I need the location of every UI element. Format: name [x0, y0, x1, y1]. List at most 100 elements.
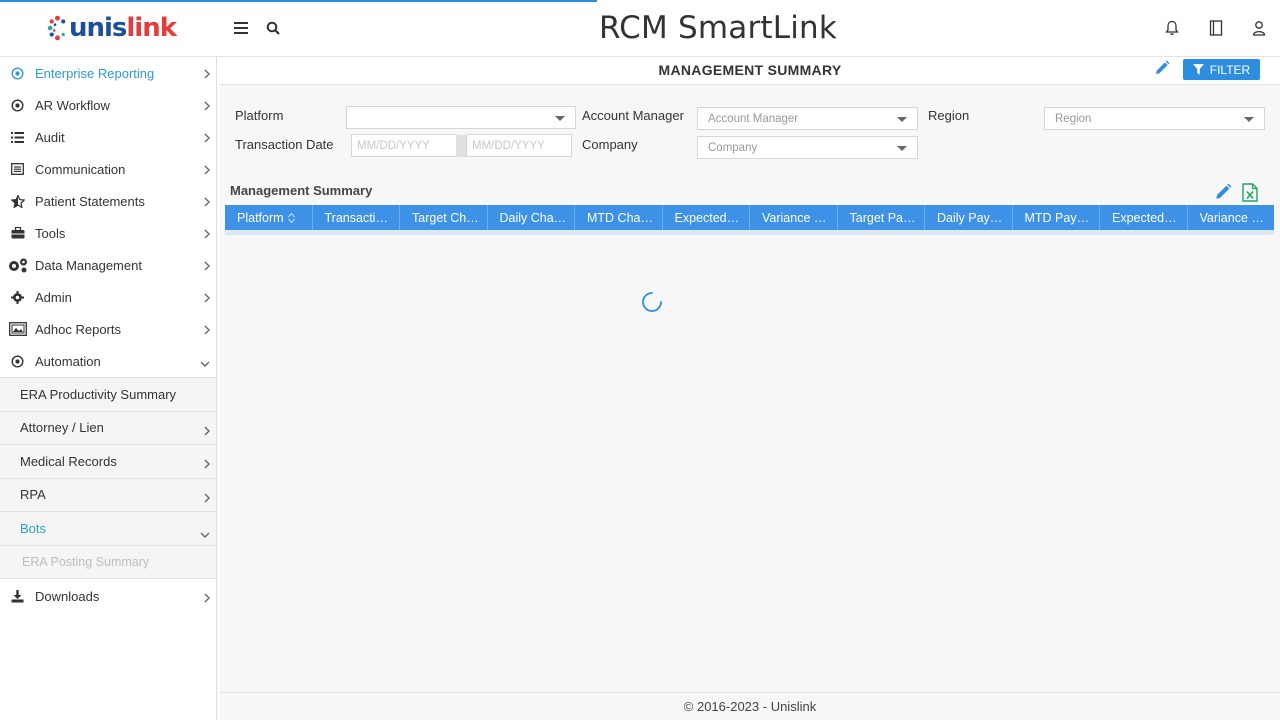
sidebar-item-data-management[interactable]: Data Management — [0, 249, 216, 281]
sidebar-item-automation[interactable]: Automation — [0, 345, 216, 377]
excel-export-icon[interactable] — [1242, 183, 1258, 207]
chevron-down-icon — [200, 355, 210, 370]
sidebar-item-communication[interactable]: Communication — [0, 153, 216, 185]
page-title: MANAGEMENT SUMMARY — [658, 62, 842, 78]
platform-label: Platform — [235, 108, 284, 123]
list-alt-icon — [0, 163, 35, 175]
edit-pencil-icon[interactable] — [1214, 183, 1232, 207]
sidebar-subitem-bots[interactable]: Bots — [0, 512, 216, 546]
sidebar-item-patient-statements[interactable]: Patient Statements — [0, 185, 216, 217]
sidebar-item-tools[interactable]: Tools — [0, 217, 216, 249]
automation-submenu: ERA Productivity Summary Attorney / Lien… — [0, 377, 216, 579]
region-label: Region — [928, 108, 970, 123]
gear-icon — [0, 290, 35, 304]
column-header-label: MTD Cha… — [587, 210, 653, 225]
management-summary-grid: Platform Transacti… Target Ch… Daily Cha… — [225, 205, 1274, 235]
column-header-mtd-payments[interactable]: MTD Pay… — [1013, 205, 1100, 230]
sidebar-subitem-label: Medical Records — [20, 453, 117, 469]
logo-text: unislink — [68, 13, 177, 43]
platform-select[interactable] — [346, 106, 576, 129]
hamburger-icon[interactable] — [230, 17, 252, 39]
sidebar: Enterprise Reporting AR Workflow Audit C… — [0, 57, 217, 720]
search-icon[interactable] — [262, 17, 284, 39]
chevron-right-icon — [204, 457, 210, 472]
sidebar-item-ar-workflow[interactable]: AR Workflow — [0, 89, 216, 121]
grid-header-row: Platform Transacti… Target Ch… Daily Cha… — [225, 205, 1274, 230]
chevron-right-icon — [204, 291, 210, 306]
logo-mark-icon — [47, 15, 66, 41]
chevron-right-icon — [204, 195, 210, 210]
sidebar-item-label: Automation — [35, 353, 101, 369]
column-header-label: Expected… — [674, 210, 740, 225]
sidebar-item-downloads[interactable]: Downloads — [0, 581, 216, 613]
sidebar-subitem-label: RPA — [20, 487, 46, 503]
column-header-transaction[interactable]: Transacti… — [313, 205, 400, 230]
transaction-date-label: Transaction Date — [235, 137, 334, 152]
download-icon — [0, 590, 35, 603]
app-title: RCM SmartLink — [598, 10, 838, 46]
sidebar-item-adhoc-reports[interactable]: Adhoc Reports — [0, 313, 216, 345]
column-header-target-charges[interactable]: Target Ch… — [400, 205, 488, 230]
column-header-variance-charges[interactable]: Variance … — [750, 205, 838, 230]
filter-button-label: FILTER — [1209, 62, 1251, 77]
sidebar-subitem-era-productivity-summary[interactable]: ERA Productivity Summary — [0, 378, 216, 412]
column-header-label: Expected… — [1112, 210, 1177, 225]
date-to-input[interactable]: MM/DD/YYYY — [466, 134, 572, 157]
column-header-target-payments[interactable]: Target Pa… — [838, 205, 925, 230]
sidebar-subitem-era-posting-summary[interactable]: ERA Posting Summary — [0, 545, 216, 579]
company-select[interactable]: Company — [697, 136, 918, 159]
date-from-placeholder: MM/DD/YYYY — [357, 139, 430, 152]
column-header-label: Variance … — [762, 210, 827, 225]
sidebar-item-label: Audit — [35, 129, 65, 145]
user-icon[interactable] — [1248, 17, 1270, 39]
caret-down-icon — [897, 146, 907, 151]
page-title-bar: MANAGEMENT SUMMARY FILTER — [220, 57, 1280, 85]
date-from-input[interactable]: MM/DD/YYYY — [351, 134, 457, 157]
account-manager-select[interactable]: Account Manager — [697, 107, 918, 130]
column-header-platform[interactable]: Platform — [225, 205, 313, 230]
sidebar-item-label: Communication — [35, 161, 126, 177]
sidebar-item-label: Downloads — [35, 589, 100, 604]
star-half-icon — [0, 194, 35, 208]
sidebar-item-enterprise-reporting[interactable]: Enterprise Reporting — [0, 57, 216, 89]
sidebar-subitem-rpa[interactable]: RPA — [0, 478, 216, 512]
caret-down-icon — [897, 117, 907, 122]
sidebar-item-admin[interactable]: Admin — [0, 281, 216, 313]
column-header-expected-payments[interactable]: Expected… — [1100, 205, 1188, 230]
column-header-daily-charges[interactable]: Daily Cha… — [488, 205, 575, 230]
column-header-label: Target Ch… — [412, 210, 479, 225]
unislink-logo[interactable]: unislink — [46, 10, 177, 46]
target-icon — [0, 354, 35, 368]
column-header-mtd-charges[interactable]: MTD Cha… — [575, 205, 663, 230]
column-header-expected-charges[interactable]: Expected… — [663, 205, 750, 230]
grid-toolbar — [1214, 183, 1258, 207]
sidebar-subitem-attorney-lien[interactable]: Attorney / Lien — [0, 411, 216, 445]
sidebar-subitem-medical-records[interactable]: Medical Records — [0, 445, 216, 479]
region-select[interactable]: Region — [1044, 107, 1265, 130]
main-content: MANAGEMENT SUMMARY FILTER Platform Accou… — [220, 57, 1280, 720]
column-header-daily-payments[interactable]: Daily Pay… — [925, 205, 1013, 230]
column-header-label: Transacti… — [324, 210, 388, 225]
grid-body-empty — [225, 230, 1274, 235]
bell-icon[interactable] — [1161, 17, 1183, 39]
sidebar-item-label: Patient Statements — [35, 193, 145, 209]
column-header-label: MTD Pay… — [1024, 210, 1090, 225]
filter-button[interactable]: FILTER — [1183, 59, 1260, 80]
filter-icon — [1192, 64, 1204, 75]
sidebar-item-label: Data Management — [35, 257, 142, 273]
region-placeholder: Region — [1055, 112, 1092, 125]
company-placeholder: Company — [708, 141, 758, 154]
column-header-variance-payments[interactable]: Variance … — [1188, 205, 1275, 230]
gears-icon — [0, 257, 35, 273]
chevron-right-icon — [204, 491, 210, 506]
book-icon[interactable] — [1205, 17, 1227, 39]
sidebar-item-label: AR Workflow — [35, 97, 110, 113]
chevron-right-icon — [204, 131, 210, 146]
column-header-label: Variance … — [1199, 210, 1264, 225]
chevron-down-icon — [200, 526, 210, 541]
edit-pencil-icon[interactable] — [1154, 60, 1170, 81]
loading-progress-bar — [0, 0, 597, 2]
column-header-label: Daily Cha… — [499, 210, 567, 225]
sidebar-item-audit[interactable]: Audit — [0, 121, 216, 153]
sidebar-subitem-label: ERA Productivity Summary — [20, 386, 177, 402]
